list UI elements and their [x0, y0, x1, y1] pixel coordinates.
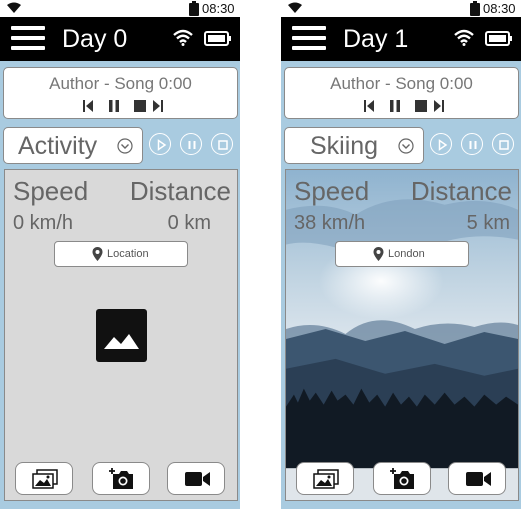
location-pin-icon	[373, 247, 384, 261]
gallery-icon	[32, 469, 58, 489]
wifi-icon	[7, 2, 21, 13]
add-photo-icon	[109, 468, 133, 489]
speed-label: Speed	[294, 176, 370, 206]
battery-icon	[470, 1, 480, 16]
phone-screen-day-1: 08:30 Day 1 Author - Song 0:00 Skiing Sp…	[281, 0, 521, 509]
phone-screen-day-0: 08:30 Day 0 Author - Song 0:00 Activity …	[0, 0, 240, 509]
previous-icon[interactable]	[361, 99, 377, 113]
app-bar: Day 1	[281, 17, 521, 61]
location-label: Location	[107, 248, 149, 260]
music-controls	[285, 99, 518, 115]
battery-icon	[204, 31, 231, 46]
play-button[interactable]	[430, 133, 452, 155]
play-icon	[438, 139, 448, 151]
pause-icon[interactable]	[106, 99, 122, 113]
video-button[interactable]	[448, 462, 506, 495]
battery-icon	[485, 31, 512, 46]
battery-icon	[189, 1, 199, 16]
gallery-button[interactable]	[15, 462, 73, 495]
music-controls	[4, 99, 237, 115]
music-player: Author - Song 0:00	[284, 67, 519, 119]
wifi-icon	[454, 29, 474, 46]
image-icon	[96, 309, 147, 362]
location-pin-icon	[92, 247, 103, 261]
chevron-down-icon	[398, 138, 414, 154]
location-label: London	[388, 248, 425, 260]
chevron-down-icon	[117, 138, 133, 154]
distance-value: 0 km	[167, 212, 211, 234]
gallery-icon	[313, 469, 339, 489]
track-info: Author - Song 0:00	[49, 74, 192, 93]
video-camera-icon	[466, 472, 491, 486]
menu-icon[interactable]	[292, 26, 326, 52]
play-icon	[157, 139, 167, 151]
next-icon[interactable]	[431, 99, 447, 113]
location-button[interactable]: London	[335, 241, 469, 267]
page-title: Day 1	[343, 25, 409, 53]
pause-button[interactable]	[461, 133, 483, 155]
pause-icon[interactable]	[387, 99, 403, 113]
stop-button[interactable]	[211, 133, 233, 155]
menu-icon[interactable]	[11, 26, 45, 52]
clock-time: 08:30	[202, 1, 235, 16]
stop-icon[interactable]	[132, 99, 148, 113]
video-button[interactable]	[167, 462, 225, 495]
wifi-icon	[173, 29, 193, 46]
next-icon[interactable]	[150, 99, 166, 113]
activity-panel: Speed Distance 38 km/h 5 km London	[285, 169, 519, 501]
previous-icon[interactable]	[80, 99, 96, 113]
activity-dropdown[interactable]: Skiing	[284, 127, 424, 164]
pause-icon	[469, 141, 477, 149]
activity-panel: Speed Distance 0 km/h 0 km Location	[4, 169, 238, 501]
stop-icon	[218, 140, 228, 150]
status-bar: 08:30	[281, 0, 521, 17]
location-button[interactable]: Location	[54, 241, 188, 267]
play-button[interactable]	[149, 133, 171, 155]
pause-button[interactable]	[180, 133, 202, 155]
pause-icon	[188, 141, 196, 149]
stop-icon[interactable]	[413, 99, 429, 113]
speed-value: 38 km/h	[294, 212, 366, 234]
wifi-icon	[288, 2, 302, 13]
distance-label: Distance	[129, 176, 231, 206]
activity-label: Activity	[18, 132, 98, 160]
add-photo-icon	[390, 468, 414, 489]
stop-icon	[499, 140, 509, 150]
speed-label: Speed	[13, 176, 89, 206]
activity-dropdown[interactable]: Activity	[3, 127, 143, 164]
speed-value: 0 km/h	[13, 212, 74, 234]
add-photo-button[interactable]	[92, 462, 150, 495]
clock-time: 08:30	[483, 1, 516, 16]
track-info: Author - Song 0:00	[330, 74, 473, 93]
app-bar: Day 0	[0, 17, 240, 61]
status-bar: 08:30	[0, 0, 240, 17]
video-camera-icon	[185, 472, 210, 486]
music-player: Author - Song 0:00	[3, 67, 238, 119]
add-photo-button[interactable]	[373, 462, 431, 495]
stop-button[interactable]	[492, 133, 514, 155]
page-title: Day 0	[62, 25, 128, 53]
distance-value: 5 km	[466, 212, 510, 234]
gallery-button[interactable]	[296, 462, 354, 495]
activity-label: Skiing	[310, 132, 379, 160]
distance-label: Distance	[410, 176, 512, 206]
